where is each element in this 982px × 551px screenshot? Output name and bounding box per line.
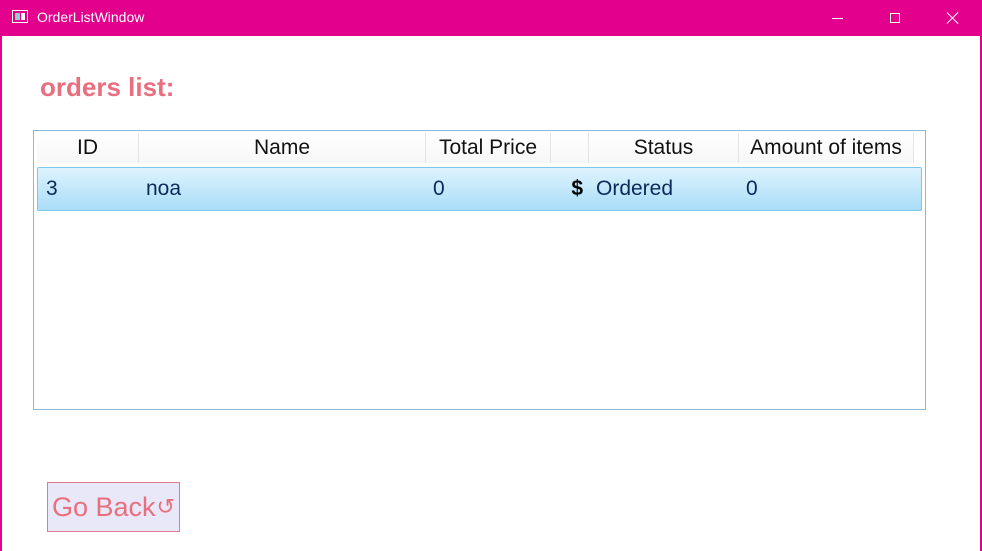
close-button[interactable]	[924, 0, 982, 36]
window-title: OrderListWindow	[37, 9, 145, 25]
app-icon	[12, 10, 28, 23]
close-icon	[946, 11, 960, 25]
cell-currency: $	[571, 177, 583, 200]
cell-id: 3	[46, 177, 58, 200]
column-header-amount-of-items[interactable]: Amount of items	[739, 133, 914, 163]
maximize-button[interactable]	[866, 0, 924, 36]
go-back-button[interactable]: Go Back ↺	[47, 482, 180, 532]
cell-status: Ordered	[596, 177, 674, 200]
maximize-icon	[890, 13, 900, 23]
table-header: ID Name Total Price Status Amount of ite…	[37, 133, 922, 163]
go-back-label: Go Back	[52, 491, 156, 522]
cell-total-price: 0	[433, 177, 445, 200]
minimize-button[interactable]	[808, 0, 866, 36]
refresh-arrow-icon: ↺	[156, 494, 175, 519]
page-heading: orders list:	[40, 72, 175, 102]
orders-list-view[interactable]: ID Name Total Price Status Amount of ite…	[33, 130, 926, 410]
column-header-total-price[interactable]: Total Price	[426, 133, 551, 163]
window-content: orders list: ID Name Total Price Status …	[2, 36, 980, 551]
column-header-currency[interactable]	[551, 133, 589, 163]
column-header-name[interactable]: Name	[139, 133, 426, 163]
column-header-id[interactable]: ID	[37, 133, 139, 163]
column-header-status[interactable]: Status	[589, 133, 739, 163]
table-row[interactable]: 3 noa 0 $ Ordered 0	[37, 167, 922, 211]
cell-amount-of-items: 0	[746, 177, 758, 200]
title-bar[interactable]: OrderListWindow	[0, 0, 982, 36]
cell-name: noa	[146, 177, 182, 200]
minimize-icon	[831, 17, 843, 19]
order-list-window: OrderListWindow orders list: ID Name Tot…	[0, 0, 982, 551]
